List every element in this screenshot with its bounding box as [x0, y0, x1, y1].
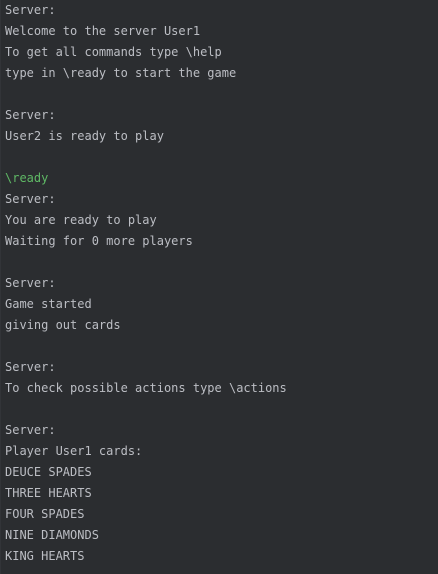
console-line: To check possible actions type \actions	[5, 381, 287, 395]
console-line: KING HEARTS	[5, 549, 85, 563]
console-line: You are ready to play	[5, 213, 157, 227]
console-line: Server:	[5, 360, 56, 374]
console-line: To get all commands type \help	[5, 45, 222, 59]
console-left-edge	[0, 0, 1, 574]
console-line: User2 is ready to play	[5, 129, 164, 143]
console-line: Server:	[5, 3, 56, 17]
console-line: Server:	[5, 276, 56, 290]
console-line: Server:	[5, 423, 56, 437]
console-line: Player User1 cards:	[5, 444, 143, 458]
console-line: FOUR SPADES	[5, 507, 85, 521]
console-line: type in \ready to start the game	[5, 66, 237, 80]
user-command-line: \ready	[5, 171, 49, 185]
console-line: Welcome to the server User1	[5, 24, 201, 38]
console-line: Game started	[5, 297, 92, 311]
console-line: Server:	[5, 108, 56, 122]
console-line: DEUCE SPADES	[5, 465, 92, 479]
console-line: Waiting for 0 more players	[5, 234, 193, 248]
console-line: THREE HEARTS	[5, 486, 92, 500]
console-output[interactable]: Server: Welcome to the server User1 To get…	[5, 0, 435, 567]
console-line: NINE DIAMONDS	[5, 528, 99, 542]
console-line: giving out cards	[5, 318, 121, 332]
console-line: Server:	[5, 192, 56, 206]
